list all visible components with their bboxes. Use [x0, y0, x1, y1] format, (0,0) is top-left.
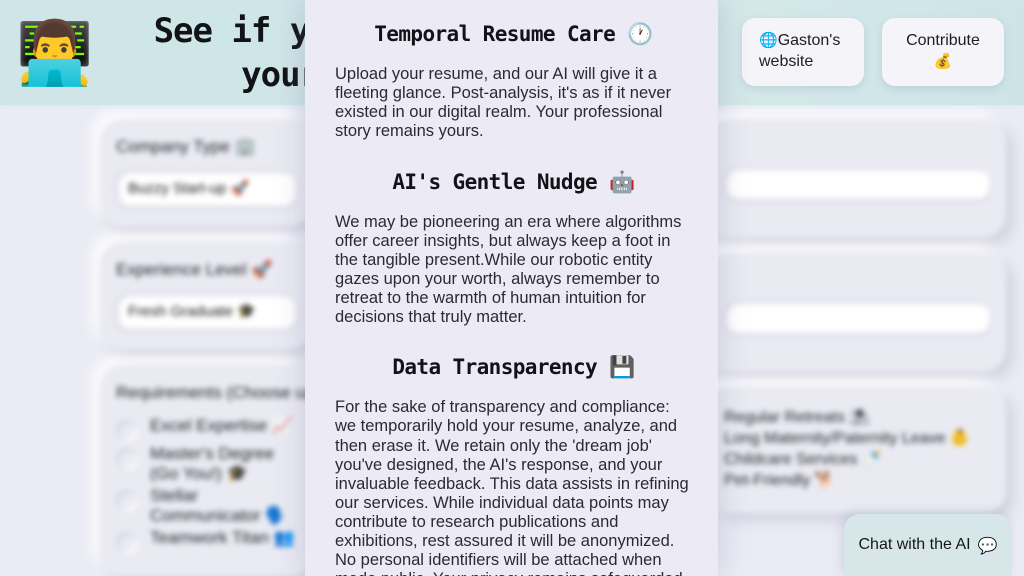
right-card-1 [708, 119, 1006, 237]
list-item[interactable]: Master's Degree (Go You!) 🎓 [116, 444, 296, 484]
experience-level-card: Experience Level 🚀 Fresh Graduate 🎓 [100, 242, 312, 349]
requirement-option-label: Stellar Communicator 🗣️ [150, 486, 287, 526]
list-item[interactable]: Regular Retreats ⛱ [724, 409, 990, 428]
company-type-card: Company Type 🏢 Buzzy Start-up 🚀 [100, 119, 312, 226]
right-card-2 [708, 253, 1006, 371]
right-input-1[interactable] [724, 167, 990, 199]
list-item[interactable]: Excel Expertise 📈 [116, 416, 296, 442]
experience-level-label: Experience Level 🚀 [116, 260, 273, 279]
left-column: Company Type 🏢 Buzzy Start-up 🚀 Experien… [0, 119, 354, 576]
perks-card: Regular Retreats ⛱ Long Maternity/Patern… [708, 387, 1006, 513]
money-bag-icon: 💰 [933, 51, 953, 70]
laptop-person-icon: 👨‍💻 [16, 15, 94, 89]
requirements-label: Requirements (Choose up to 3) [116, 383, 354, 402]
requirement-option-label: Master's Degree (Go You!) 🎓 [150, 444, 275, 484]
perk-option-label: Long Maternity/Paternity Leave 👶 [724, 429, 970, 447]
privacy-info-modal: Temporal Resume Care 🕐 Upload your resum… [305, 0, 718, 576]
chat-with-ai-button[interactable]: Chat with the AI 💬 [844, 514, 1012, 576]
perk-option-label: Regular Retreats ⛱ [724, 409, 870, 426]
right-input-2[interactable] [724, 301, 990, 333]
list-item[interactable]: Stellar Communicator 🗣️ [116, 486, 296, 526]
header-actions: 🌐Gaston's website Contribute 💰 [742, 18, 1004, 86]
list-item[interactable]: Childcare Services 🍼 [724, 451, 990, 470]
company-type-select[interactable]: Buzzy Start-up 🚀 [116, 170, 296, 206]
perk-option-label: Childcare Services 🍼 [724, 450, 882, 468]
list-item[interactable]: Pet-Friendly 🐕 [724, 472, 990, 491]
contribute-button[interactable]: Contribute 💰 [882, 18, 1004, 86]
requirements-card: Requirements (Choose up to 3) Excel Expe… [100, 365, 354, 576]
speech-bubble-icon: 💬 [977, 535, 998, 555]
checkbox-icon[interactable] [116, 532, 138, 555]
section-heading-temporal-resume-care: Temporal Resume Care 🕐 [374, 22, 653, 46]
list-item[interactable]: Long Maternity/Paternity Leave 👶 [724, 430, 990, 449]
requirement-option-label: Excel Expertise 📈 [150, 416, 294, 435]
globe-icon: 🌐 [759, 31, 778, 49]
section-heading-data-transparency: Data Transparency 💾 [392, 355, 635, 380]
section-heading-ais-gentle-nudge: AI's Gentle Nudge 🤖 [392, 169, 635, 194]
experience-level-select[interactable]: Fresh Graduate 🎓 [116, 293, 296, 329]
section-body-temporal-resume-care: Upload your resume, and our AI will give… [335, 65, 672, 141]
right-column: Regular Retreats ⛱ Long Maternity/Patern… [690, 119, 1024, 576]
section-body-data-transparency: For the sake of transparency and complia… [335, 398, 689, 576]
contribute-label: Contribute [906, 32, 980, 49]
gastons-website-button[interactable]: 🌐Gaston's website [742, 18, 864, 86]
list-item[interactable]: Teamwork Titan 👥 [116, 528, 296, 555]
checkbox-icon[interactable] [116, 448, 138, 470]
requirement-option-label: Teamwork Titan 👥 [150, 528, 295, 548]
perk-option-label: Pet-Friendly 🐕 [724, 471, 835, 489]
section-body-ais-gentle-nudge: We may be pioneering an era where algori… [335, 212, 682, 327]
checkbox-icon[interactable] [116, 490, 138, 513]
chat-with-ai-label: Chat with the AI [858, 536, 971, 553]
checkbox-icon[interactable] [116, 420, 138, 442]
company-type-label: Company Type 🏢 [116, 137, 256, 156]
